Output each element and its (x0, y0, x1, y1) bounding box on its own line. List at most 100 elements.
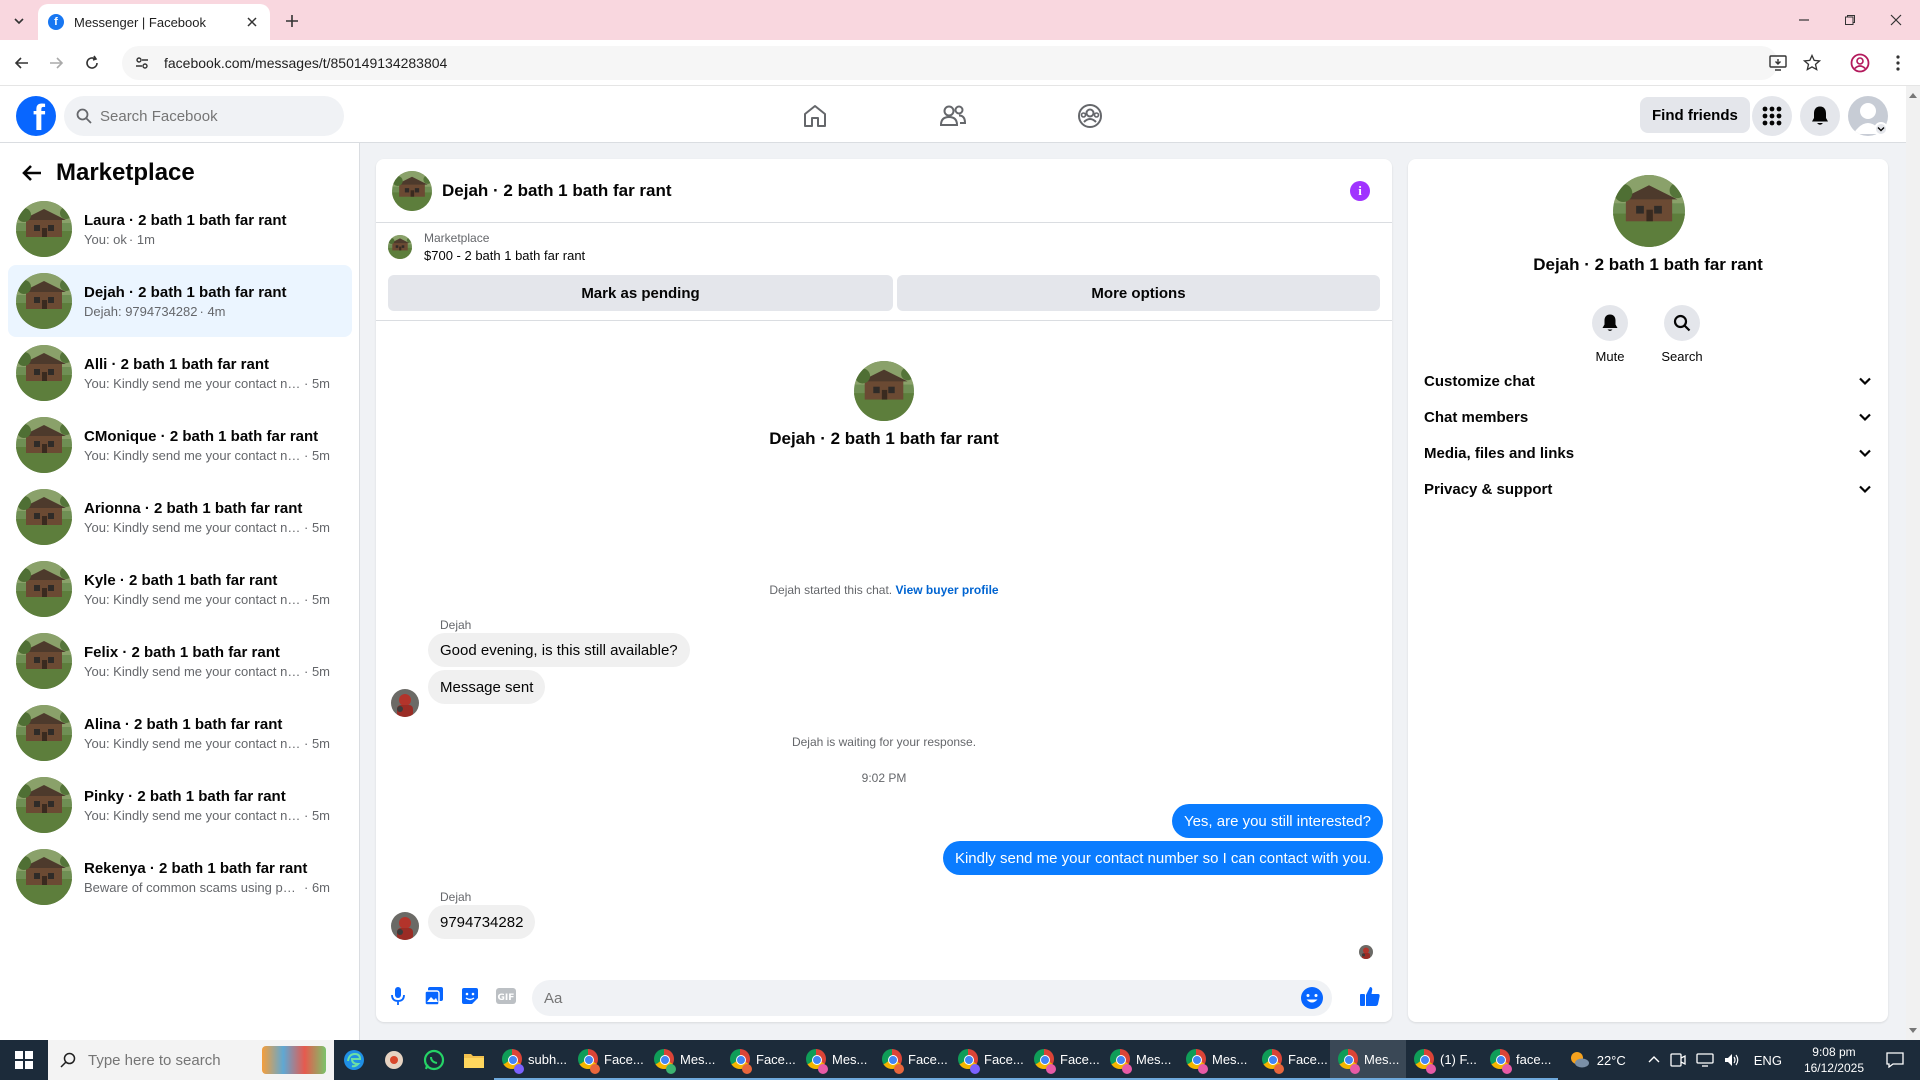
conversation-item[interactable]: Alina · 2 bath 1 bath far rant You: Kindl… (8, 697, 352, 769)
friends-nav-button[interactable] (933, 96, 973, 136)
chat-header-title[interactable]: Dejah · 2 bath 1 bath far rant (442, 181, 672, 201)
taskbar-chrome-window[interactable]: Face... (950, 1040, 1026, 1080)
view-buyer-profile-link[interactable]: View buyer profile (895, 583, 998, 597)
weather-temperature[interactable]: 22°C (1597, 1053, 1626, 1068)
weather-icon[interactable] (1569, 1049, 1591, 1071)
sender-avatar[interactable] (391, 912, 419, 940)
taskbar-chrome-window[interactable]: (1) F... (1406, 1040, 1482, 1080)
facebook-search-input[interactable] (100, 107, 320, 125)
page-scrollbar[interactable] (1906, 86, 1920, 1040)
conversation-name: Arionna · 2 bath 1 bath far rant (84, 499, 303, 517)
taskbar-chrome-window[interactable]: Mes... (1330, 1040, 1406, 1080)
sidebar-back-button[interactable] (16, 157, 48, 189)
new-tab-button[interactable] (280, 9, 304, 33)
search-in-conversation-button[interactable] (1664, 305, 1700, 341)
taskbar-file-explorer[interactable] (454, 1040, 494, 1080)
taskbar-chrome-window[interactable]: Face... (722, 1040, 798, 1080)
account-chevron[interactable] (1874, 122, 1888, 136)
listing-thumbnail[interactable] (388, 235, 412, 259)
taskbar-edge[interactable] (334, 1040, 374, 1080)
taskbar-chrome-window[interactable]: Mes... (1102, 1040, 1178, 1080)
home-nav-button[interactable] (795, 96, 835, 136)
chevron-up-icon[interactable] (1648, 1054, 1660, 1066)
taskbar-chrome-window[interactable]: Face... (1026, 1040, 1102, 1080)
conversation-item[interactable]: Laura · 2 bath 1 bath far rant You: ok · 1… (8, 193, 352, 265)
incoming-message[interactable]: Good evening, is this still available? (428, 633, 690, 667)
gif-button[interactable]: GIF (494, 984, 518, 1008)
tab-close-button[interactable] (244, 14, 260, 30)
mark-as-pending-button[interactable]: Mark as pending (388, 275, 893, 311)
search-action[interactable]: Search (1652, 305, 1712, 364)
volume-icon[interactable] (1724, 1053, 1740, 1067)
tab-search-button[interactable] (8, 10, 30, 32)
browser-tab-messenger[interactable]: f Messenger | Facebook (38, 4, 270, 40)
details-avatar[interactable] (1613, 175, 1685, 247)
notifications-button[interactable] (1800, 96, 1840, 136)
taskbar-chrome-window[interactable]: Mes... (798, 1040, 874, 1080)
sender-avatar[interactable] (391, 689, 419, 717)
taskbar-chrome-window[interactable]: subh... (494, 1040, 570, 1080)
taskbar-app-pinned[interactable] (374, 1040, 414, 1080)
close-window-button[interactable] (1882, 8, 1910, 32)
reload-button[interactable] (80, 51, 104, 75)
scroll-up-icon[interactable] (1909, 92, 1917, 100)
start-button[interactable] (0, 1040, 48, 1080)
taskbar-chrome-window[interactable]: Face... (1254, 1040, 1330, 1080)
address-bar[interactable]: facebook.com/messages/t/850149134283804 (122, 46, 1778, 80)
outgoing-message[interactable]: Yes, are you still interested? (1171, 804, 1383, 838)
forward-button[interactable] (44, 51, 68, 75)
minimize-button[interactable] (1790, 8, 1818, 32)
site-info-icon[interactable] (134, 55, 150, 71)
taskbar-chrome-window[interactable]: Face... (570, 1040, 646, 1080)
system-clock[interactable]: 9:08 pm 16/12/2025 (1804, 1044, 1864, 1076)
incoming-message[interactable]: 9794734282 (428, 905, 536, 939)
sticker-button[interactable] (458, 984, 482, 1008)
more-options-button[interactable]: More options (897, 275, 1380, 311)
conversation-item[interactable]: Kyle · 2 bath 1 bath far rant You: Kindly… (8, 553, 352, 625)
taskbar-chrome-window[interactable]: face... (1482, 1040, 1558, 1080)
conversation-item[interactable]: Arionna · 2 bath 1 bath far rant You: Kin… (8, 481, 352, 553)
conversation-item[interactable]: Pinky · 2 bath 1 bath far rant You: Kindl… (8, 769, 352, 841)
back-button[interactable] (10, 51, 34, 75)
conversation-item[interactable]: Alli · 2 bath 1 bath far rant You: Kindly… (8, 337, 352, 409)
attach-photo-button[interactable] (422, 984, 446, 1008)
notification-center-icon[interactable] (1886, 1052, 1904, 1068)
profile-button[interactable] (1848, 51, 1872, 75)
conversation-item[interactable]: Rekenya · 2 bath 1 bath far rant Beware o… (8, 841, 352, 913)
details-section-3[interactable]: Privacy & support (1416, 467, 1880, 511)
like-button[interactable] (1358, 984, 1382, 1008)
taskbar-search[interactable] (48, 1040, 334, 1080)
meet-now-icon[interactable] (1670, 1053, 1686, 1067)
listing-title[interactable]: $700 - 2 bath 1 bath far rant (424, 248, 585, 263)
conversation-item[interactable]: Felix · 2 bath 1 bath far rant You: Kindl… (8, 625, 352, 697)
network-icon[interactable] (1696, 1053, 1714, 1067)
incoming-message[interactable]: Message sent (428, 670, 546, 704)
chat-header-avatar[interactable] (392, 171, 432, 211)
voice-clip-button[interactable] (386, 984, 410, 1008)
taskbar-chrome-window[interactable]: Mes... (646, 1040, 722, 1080)
conversation-info-icon[interactable]: i (1350, 181, 1370, 201)
facebook-logo-icon[interactable]: f (16, 96, 56, 136)
menu-button[interactable] (1752, 96, 1792, 136)
find-friends-button[interactable]: Find friends (1640, 97, 1750, 133)
bookmark-button[interactable] (1800, 51, 1824, 75)
scroll-down-icon[interactable] (1909, 1026, 1917, 1034)
taskbar-search-input[interactable] (88, 1051, 248, 1069)
taskbar-whatsapp[interactable] (414, 1040, 454, 1080)
facebook-search[interactable] (64, 96, 344, 136)
emoji-button[interactable] (1300, 986, 1324, 1010)
conversation-item[interactable]: Dejah · 2 bath 1 bath far rant Dejah: 979… (8, 265, 352, 337)
browser-menu-button[interactable] (1886, 51, 1910, 75)
mute-action[interactable]: Mute (1580, 305, 1640, 364)
outgoing-message[interactable]: Kindly send me your contact number so I … (942, 841, 1383, 875)
taskbar-chrome-window[interactable]: Mes... (1178, 1040, 1254, 1080)
message-input[interactable] (544, 989, 1284, 1007)
conversation-item[interactable]: CMonique · 2 bath 1 bath far rant You: Ki… (8, 409, 352, 481)
mute-button[interactable] (1592, 305, 1628, 341)
restore-button[interactable] (1836, 8, 1864, 32)
taskbar-chrome-window[interactable]: Face... (874, 1040, 950, 1080)
language-indicator[interactable]: ENG (1754, 1053, 1782, 1068)
install-app-button[interactable] (1766, 51, 1790, 75)
groups-nav-button[interactable] (1070, 96, 1110, 136)
message-input-wrapper[interactable] (532, 980, 1332, 1016)
